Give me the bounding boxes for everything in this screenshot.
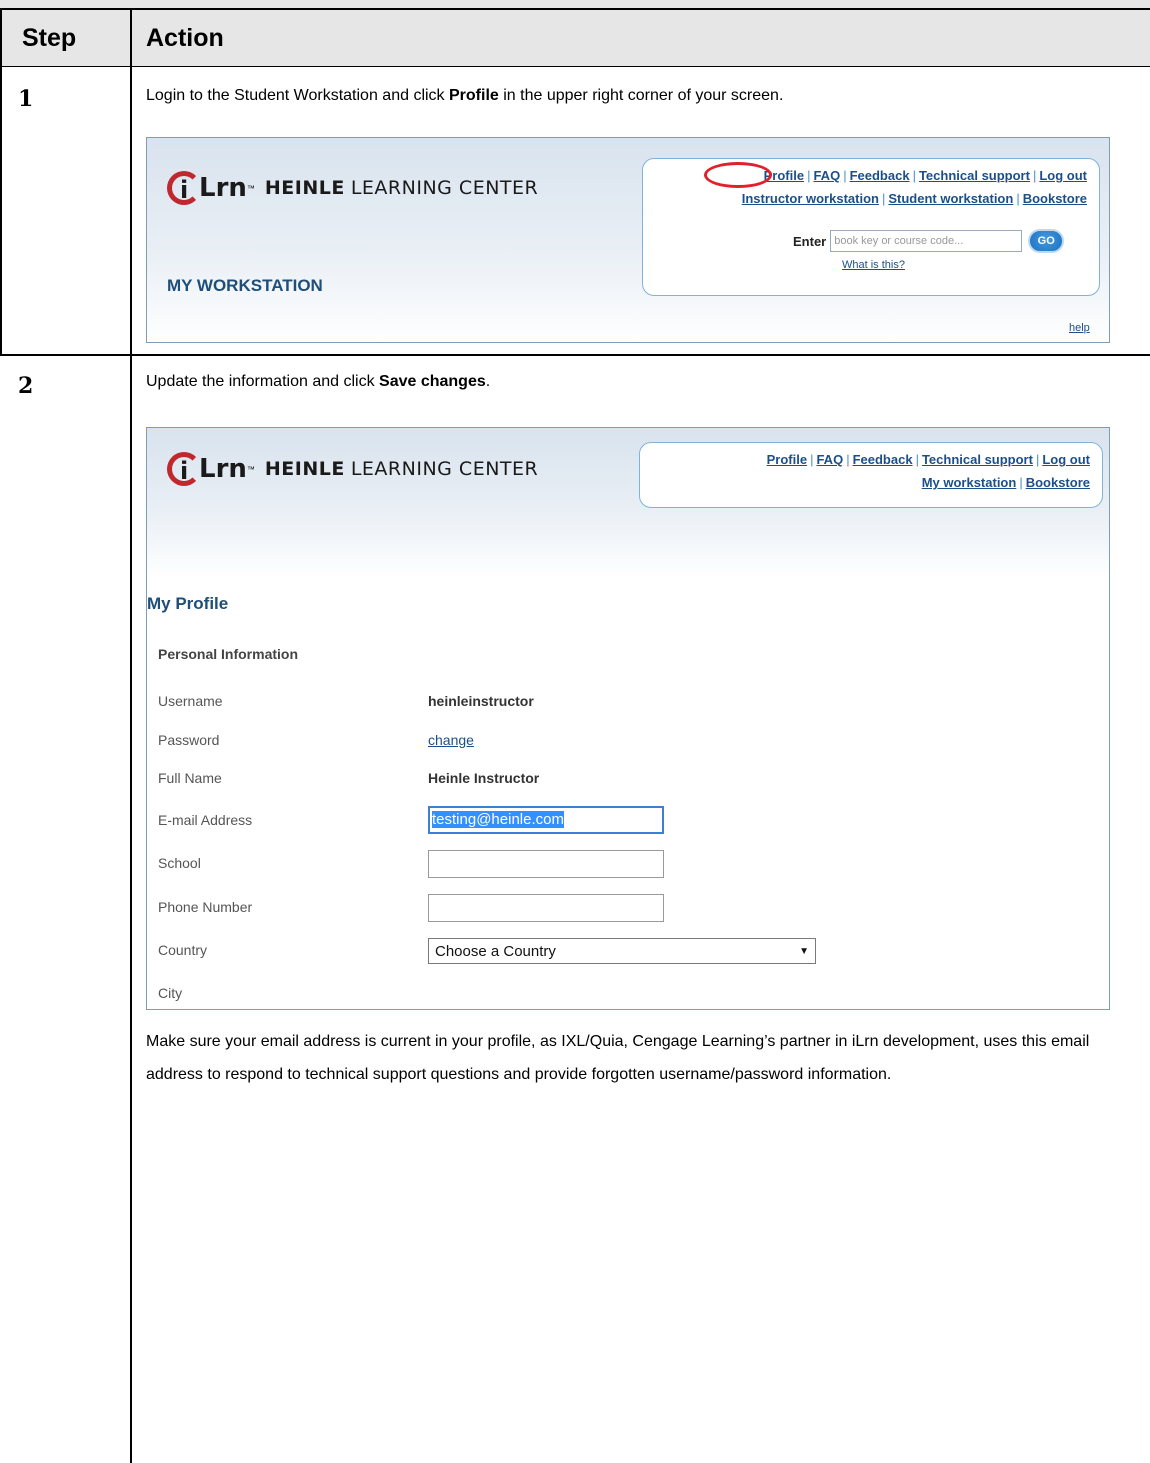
workstation-title: MY WORKSTATION [167, 276, 323, 295]
nav-panel: Profile | FAQ | Feedback | Technical support | L… [639, 442, 1103, 508]
city-label: City [158, 985, 183, 1001]
username-value: heinleinstructor [428, 693, 534, 709]
logo-tm: ™ [246, 183, 255, 193]
screenshot-my-profile: i Lrn ™ HEINLE LEARNING CENTER Profile | FA… [146, 427, 1110, 1010]
password-label: Password [158, 732, 220, 748]
header-bottom-border [0, 66, 1150, 67]
profile-highlight-circle [704, 162, 772, 188]
nav-sep: | [810, 452, 814, 467]
nav-sep: | [843, 168, 847, 183]
profile-title: My Profile [147, 594, 229, 613]
logo-learning-center-text: LEARNING CENTER [350, 177, 539, 199]
nav-links-row1: Profile | FAQ | Feedback | Technical support | L… [764, 168, 1087, 183]
logo-heinle-text: HEINLE [264, 458, 345, 480]
nav-bookstore-link[interactable]: Bookstore [1023, 191, 1087, 206]
nav-profile-link[interactable]: Profile [767, 452, 807, 467]
nav-sep: | [915, 452, 919, 467]
email-field-value: testing@heinle.com [432, 811, 564, 828]
country-selected-value: Choose a Country [435, 942, 556, 960]
instruction-table: Step Action 1 Login to the Student Works… [0, 0, 1150, 1463]
ilrn-logo: i Lrn ™ HEINLE LEARNING CENTER [167, 452, 538, 486]
phone-label: Phone Number [158, 899, 253, 915]
fullname-label: Full Name [158, 770, 222, 786]
nav-instructor-workstation-link[interactable]: Instructor workstation [742, 191, 879, 206]
nav-student-workstation-link[interactable]: Student workstation [888, 191, 1013, 206]
book-key-entry: Enter book key or course code... GO [793, 229, 1065, 253]
logo-tm: ™ [246, 464, 255, 474]
nav-links-row2: Instructor workstation | Student workstati… [742, 191, 1087, 206]
step-2-text-pre: Update the information and click [146, 373, 380, 390]
nav-logout-link[interactable]: Log out [1039, 168, 1087, 183]
step-2-number: 2 [18, 373, 34, 399]
fullname-value: Heinle Instructor [428, 770, 540, 786]
nav-sep: | [1019, 475, 1023, 490]
step-2-note: Make sure your email address is current … [146, 1033, 1090, 1083]
row1-bottom-border [0, 354, 1150, 356]
logo-heinle-text: HEINLE [264, 177, 345, 199]
email-label: E-mail Address [158, 812, 253, 828]
ilrn-logo-mark-icon: i [167, 171, 201, 205]
ilrn-logo: i Lrn ™ HEINLE LEARNING CENTER [167, 171, 538, 205]
step-2-instruction: Update the information and click Save ch… [146, 373, 490, 391]
nav-sep: | [881, 191, 886, 206]
step-1-number: 1 [18, 86, 34, 112]
help-link[interactable]: help [1069, 322, 1090, 334]
enter-label: Enter [793, 233, 827, 249]
country-label: Country [158, 942, 208, 958]
header-step: Step [22, 24, 77, 52]
screenshot-workstation: i Lrn ™ HEINLE LEARNING CENTER Profile | FA… [146, 137, 1110, 343]
nav-faq-link[interactable]: FAQ [816, 452, 843, 467]
nav-sep: | [1032, 168, 1037, 183]
nav-links-row2: My workstation | Bookstore [922, 475, 1090, 490]
logo-lrn-text: Lrn [199, 173, 247, 203]
dropdown-arrow-icon: ▼ [799, 945, 809, 957]
personal-info-heading: Personal Information [158, 646, 299, 662]
step-1-text-bold: Profile [449, 87, 499, 104]
school-field[interactable] [428, 850, 664, 878]
step-1-text-post: in the upper right corner of your screen… [498, 87, 784, 104]
header-action: Action [146, 24, 224, 52]
step-1-instruction: Login to the Student Workstation and cli… [146, 87, 783, 105]
what-is-this-link[interactable]: What is this? [842, 259, 905, 271]
email-field[interactable]: testing@heinle.com [428, 806, 664, 834]
nav-my-workstation-link[interactable]: My workstation [922, 475, 1017, 490]
nav-logout-link[interactable]: Log out [1042, 452, 1090, 467]
go-button[interactable]: GO [1028, 229, 1065, 253]
logo-lrn-text: Lrn [199, 454, 247, 484]
country-select[interactable]: Choose a Country ▼ [428, 938, 816, 964]
change-password-link[interactable]: change [428, 732, 474, 748]
table-top-border [0, 8, 1150, 10]
step-column-divider [130, 8, 132, 1463]
ilrn-logo-mark-icon: i [167, 452, 201, 486]
nav-sep: | [807, 168, 811, 183]
step-2-text-post: . [485, 373, 491, 390]
nav-sep: | [1016, 191, 1020, 206]
nav-technical-support-link[interactable]: Technical support [922, 452, 1033, 467]
step-2-text-bold: Save changes [379, 373, 486, 390]
nav-sep: | [1035, 452, 1040, 467]
username-label: Username [158, 693, 223, 709]
step-1-text-pre: Login to the Student Workstation and cli… [146, 87, 449, 104]
logo-learning-center-text: LEARNING CENTER [350, 458, 539, 480]
nav-feedback-link[interactable]: Feedback [853, 452, 913, 467]
nav-sep: | [912, 168, 916, 183]
nav-feedback-link[interactable]: Feedback [850, 168, 910, 183]
table-left-border [0, 8, 2, 356]
book-key-input[interactable]: book key or course code... [830, 230, 1023, 252]
nav-links-row1: Profile | FAQ | Feedback | Technical support | L… [767, 452, 1090, 467]
phone-field[interactable] [428, 894, 664, 922]
school-label: School [158, 855, 201, 871]
nav-bookstore-link[interactable]: Bookstore [1026, 475, 1090, 490]
nav-sep: | [846, 452, 850, 467]
nav-faq-link[interactable]: FAQ [813, 168, 840, 183]
nav-technical-support-link[interactable]: Technical support [919, 168, 1030, 183]
